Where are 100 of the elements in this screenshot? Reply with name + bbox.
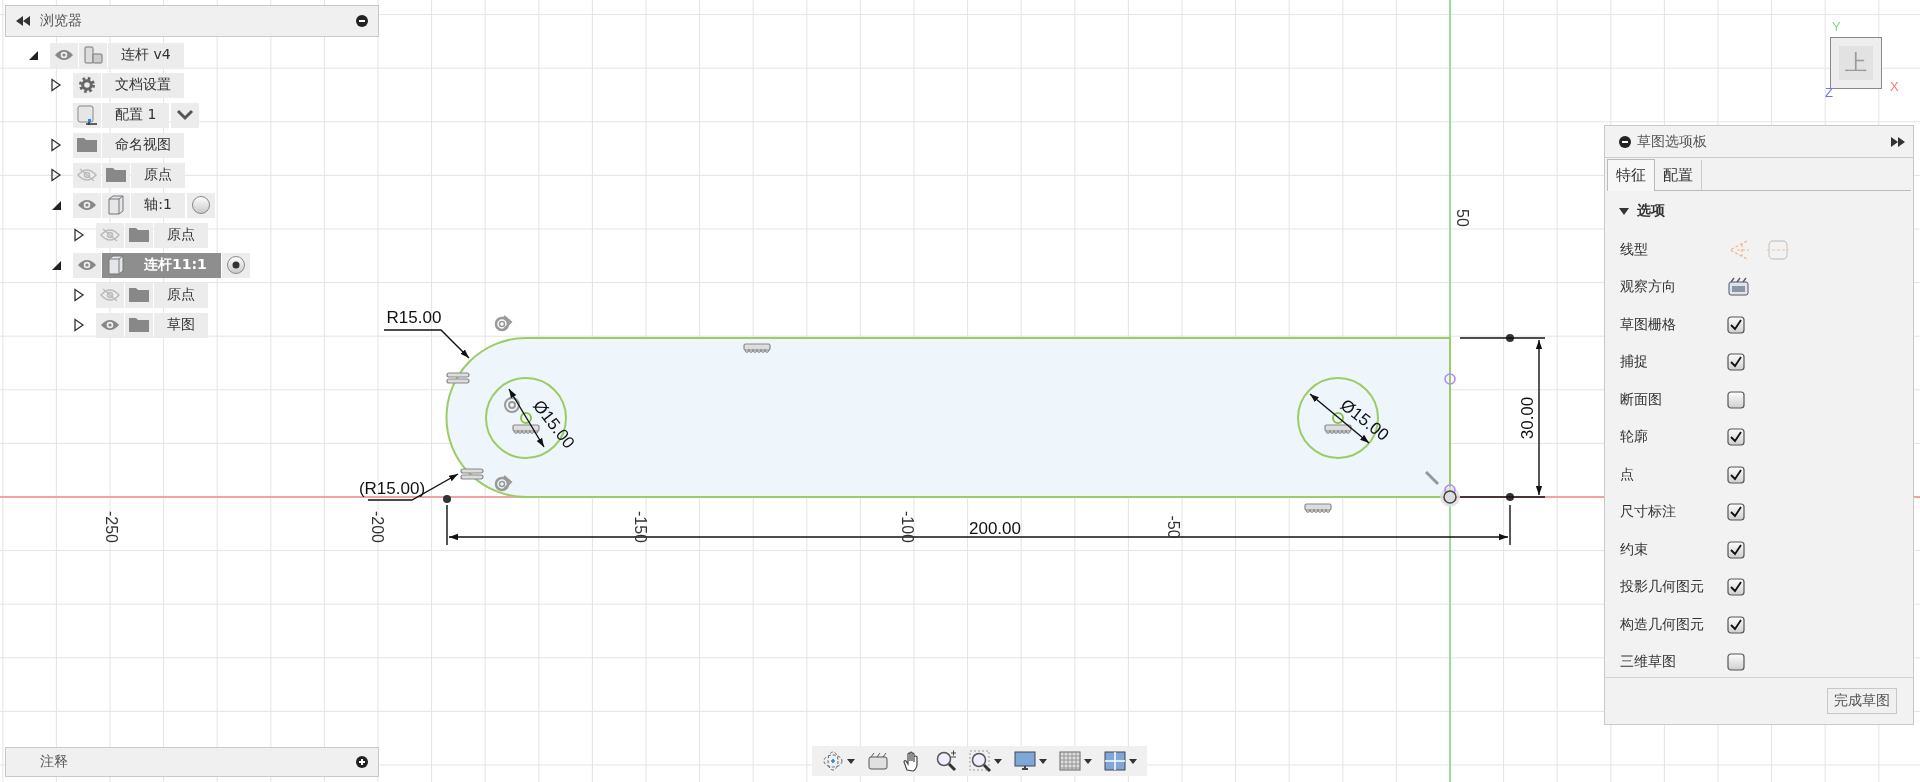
active-radio-icon[interactable] <box>225 255 246 275</box>
tangent-constraint-icon[interactable] <box>494 475 513 492</box>
origin-point[interactable] <box>1443 490 1457 504</box>
option-label: 轮廓 <box>1620 428 1649 447</box>
dimension-line[interactable] <box>446 504 1511 546</box>
concentric-constraint-icon[interactable] <box>504 397 520 413</box>
dimension-label[interactable]: (R15.00) <box>358 479 426 499</box>
dimension-label[interactable]: 200.00 <box>969 519 1021 539</box>
tree-item-label[interactable]: 轴:1 <box>131 192 185 218</box>
caret-icon <box>994 758 1002 764</box>
eye-icon[interactable] <box>73 192 101 218</box>
monitor-icon <box>1014 750 1036 772</box>
axis-letter: X <box>1890 80 1899 93</box>
folder-icon <box>129 228 149 242</box>
cube-icon <box>76 104 98 126</box>
collapsed-triangle-icon[interactable] <box>72 228 86 242</box>
look-at-icon[interactable] <box>1727 276 1751 299</box>
dimension-label[interactable]: R15.00 <box>386 308 442 328</box>
minimize-icon[interactable] <box>1619 135 1631 148</box>
axis-label: -50 <box>1164 515 1182 539</box>
folder-icon <box>106 168 126 182</box>
eye-icon[interactable] <box>50 42 78 68</box>
axis-label: -200 <box>368 511 386 543</box>
sketch-point[interactable] <box>1506 493 1514 501</box>
tab[interactable]: 特征 <box>1607 159 1655 191</box>
axis-label: -100 <box>898 511 916 543</box>
checked-checkbox[interactable] <box>1727 428 1745 447</box>
checked-checkbox[interactable] <box>1727 615 1745 634</box>
collapsed-triangle-icon[interactable] <box>72 288 86 302</box>
option-label: 点 <box>1620 465 1635 484</box>
collapsed-triangle-icon[interactable] <box>49 78 63 92</box>
option-label: 草图栅格 <box>1620 315 1677 334</box>
option-label: 约束 <box>1620 540 1649 559</box>
palette-title: 草图选项板 <box>1637 132 1708 151</box>
tree-item-label[interactable]: 草图 <box>154 312 208 338</box>
radio-icon[interactable] <box>191 195 211 215</box>
option-label: 观察方向 <box>1620 278 1677 297</box>
eye-icon[interactable] <box>96 312 124 338</box>
tangent-constraint-icon[interactable] <box>494 315 513 332</box>
collapse-icon[interactable] <box>16 16 30 26</box>
option-label: 断面图 <box>1620 390 1663 409</box>
option-label: 三维草图 <box>1620 653 1677 672</box>
tree-item-label[interactable]: 原点 <box>154 222 208 248</box>
zoom-icon <box>935 750 957 772</box>
grid-icon <box>1059 750 1081 772</box>
checked-checkbox[interactable] <box>1727 353 1745 372</box>
option-label: 尺寸标注 <box>1620 503 1677 522</box>
tree-item-label[interactable]: 配置 1 <box>102 102 170 128</box>
orbit-icon <box>822 750 844 772</box>
option-label: 构造几何图元 <box>1620 615 1705 634</box>
axis-label: -250 <box>102 511 120 543</box>
tree-item-label[interactable]: 原点 <box>131 162 185 188</box>
axis-label: -150 <box>631 511 649 543</box>
finish-sketch-button[interactable]: 完成草图 <box>1827 688 1897 714</box>
section-title[interactable]: 选项 <box>1637 202 1665 220</box>
panel-title: 注释 <box>39 753 69 771</box>
sketch-point[interactable] <box>443 495 451 503</box>
expanded-triangle-icon[interactable] <box>1619 206 1629 216</box>
tree-item-label[interactable]: 原点 <box>154 282 208 308</box>
chevron-down-icon[interactable] <box>176 109 195 121</box>
checkbox[interactable] <box>1727 390 1745 409</box>
equal-constraint-icon[interactable] <box>446 372 470 384</box>
dimension-line[interactable] <box>383 329 470 359</box>
axis-letter: Y <box>1832 20 1841 33</box>
collapsed-triangle-icon[interactable] <box>49 168 63 182</box>
checked-checkbox[interactable] <box>1727 315 1745 334</box>
dimension-label[interactable]: 30.00 <box>1518 396 1538 440</box>
tree-item-label[interactable]: 连杆 v4 <box>108 42 184 68</box>
checked-checkbox[interactable] <box>1727 503 1745 522</box>
cube-icon <box>105 254 127 276</box>
checked-checkbox[interactable] <box>1727 540 1745 559</box>
expand-icon[interactable] <box>1891 136 1905 147</box>
folder-icon <box>77 138 97 152</box>
dimension-line[interactable] <box>1459 337 1546 498</box>
option-label: 投影几何图元 <box>1620 578 1705 597</box>
equal-constraint-icon[interactable] <box>460 468 484 480</box>
caret-icon <box>1084 758 1092 764</box>
sketch-point[interactable] <box>1506 334 1514 342</box>
axis-label: 50 <box>1453 209 1471 227</box>
tree-item-label[interactable]: 文档设置 <box>102 72 184 98</box>
folder-icon <box>129 288 149 302</box>
gear-icon <box>76 74 98 96</box>
center-point[interactable] <box>520 412 532 424</box>
expand-plus-icon[interactable] <box>356 756 368 768</box>
axis-letter: Z <box>1825 86 1833 99</box>
cube-icon <box>105 194 127 216</box>
minimize-icon[interactable] <box>356 15 368 27</box>
look-at-icon <box>867 750 889 772</box>
option-label: 线型 <box>1620 240 1649 259</box>
checked-checkbox[interactable] <box>1727 465 1745 484</box>
component-icon <box>82 44 104 66</box>
tree-item-label[interactable]: 命名视图 <box>102 132 184 158</box>
collapsed-triangle-icon[interactable] <box>49 138 63 152</box>
panel-title: 浏览器 <box>40 12 83 30</box>
collapsed-triangle-icon[interactable] <box>72 318 86 332</box>
eye-icon[interactable] <box>73 252 101 278</box>
checkbox[interactable] <box>1727 653 1745 672</box>
checked-checkbox[interactable] <box>1727 578 1745 597</box>
caret-icon <box>1039 758 1047 764</box>
option-label: 捕捉 <box>1620 353 1649 372</box>
